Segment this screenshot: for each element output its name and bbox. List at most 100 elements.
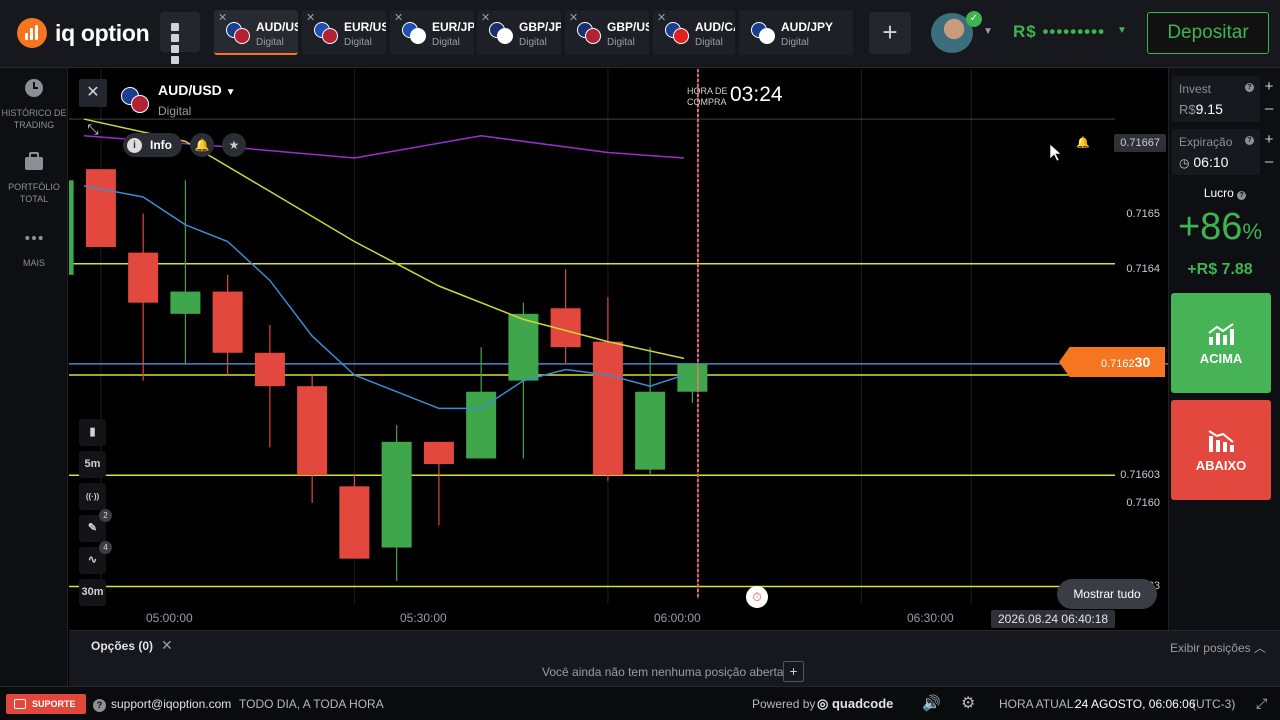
- empty-positions-text: Você ainda não tem nenhuma posição abert…: [542, 665, 784, 679]
- invest-decrease-button[interactable]: –: [1260, 100, 1278, 117]
- price-chart[interactable]: ✕ ⤡ AUD/USD ▼ Digital i Info 🔔 ★ HORA DE …: [69, 69, 1168, 631]
- candle-body: [254, 352, 285, 387]
- footer: SUPORTE ? support@iqoption.com TODO DIA,…: [0, 686, 1280, 720]
- asset-tab[interactable]: ✕ EUR/JPY Digital: [390, 10, 474, 55]
- clock-icon: [25, 79, 43, 97]
- help-icon: ?: [1237, 191, 1247, 200]
- invest-increase-button[interactable]: +: [1260, 78, 1278, 95]
- chevron-up-icon: ︿: [1253, 641, 1266, 655]
- asset-tab[interactable]: AUD/JPY Digital: [739, 10, 853, 55]
- show-all-button[interactable]: Mostrar tudo: [1057, 579, 1157, 609]
- currency-flags-icon: [665, 22, 691, 44]
- purchase-countdown: 03:24: [730, 83, 783, 106]
- help-icon[interactable]: ?: [1245, 136, 1254, 145]
- tab-type: Digital: [432, 37, 460, 48]
- asset-tab[interactable]: ✕ GBP/USD Digital: [565, 10, 649, 55]
- alert-bell-icon[interactable]: 🔔: [1070, 134, 1096, 152]
- put-down-button[interactable]: ABAIXO: [1171, 400, 1271, 500]
- support-button[interactable]: SUPORTE: [6, 694, 86, 714]
- invest-value[interactable]: 9.15: [1196, 101, 1223, 117]
- candle-body: [128, 252, 159, 303]
- help-icon[interactable]: ?: [1245, 83, 1254, 92]
- call-up-button[interactable]: ACIMA: [1171, 293, 1271, 393]
- close-chart-button[interactable]: ✕: [79, 79, 107, 107]
- time-axis-label: 06:00:00: [654, 611, 701, 625]
- help-icon: ?: [93, 697, 106, 712]
- currency-flags-icon: [226, 22, 252, 44]
- sidebar-item-more[interactable]: MAIS: [0, 228, 68, 269]
- show-positions-label: Exibir posições: [1169, 641, 1251, 655]
- sidebar-item-label: HISTÓRICO DE TRADING: [1, 108, 67, 130]
- sidebar-item-trading-history[interactable]: HISTÓRICO DE TRADING: [0, 78, 68, 131]
- tab-symbol: AUD/JPY: [781, 20, 834, 34]
- expiry-field[interactable]: Expiração ? ◷ 06:10: [1172, 129, 1260, 175]
- candle-body: [69, 180, 74, 275]
- price-axis-label: 0.71603: [1120, 469, 1160, 482]
- asset-tab[interactable]: ✕ AUD/USD Digital: [214, 10, 298, 55]
- asset-flags-icon: [119, 85, 153, 115]
- candle-body: [212, 291, 243, 353]
- invest-field[interactable]: Invest ? R$9.15: [1172, 76, 1260, 122]
- profit-label: Lucro ?: [1169, 186, 1280, 200]
- candle-body: [635, 391, 666, 470]
- signal-icon[interactable]: ((·)): [79, 483, 106, 510]
- current-price-tail: 30: [1134, 354, 1151, 370]
- trend-up-icon: [1208, 323, 1234, 345]
- collapse-icon[interactable]: ⤡: [79, 115, 107, 143]
- expiry-value[interactable]: 06:10: [1193, 154, 1228, 170]
- indicator-icon[interactable]: ∿ 4: [79, 541, 112, 574]
- asset-tab[interactable]: ✕ AUD/CAD Digital: [653, 10, 735, 55]
- time-axis-label: 05:30:00: [400, 611, 447, 625]
- deposit-button[interactable]: Depositar: [1147, 12, 1269, 54]
- info-label: Info: [150, 138, 172, 152]
- put-down-label: ABAIXO: [1195, 458, 1247, 473]
- star-icon[interactable]: ★: [222, 133, 246, 157]
- asset-selector[interactable]: AUD/USD ▼: [158, 82, 236, 98]
- tab-symbol: GBP/USD: [607, 20, 649, 34]
- candles-icon[interactable]: ▮: [79, 419, 106, 446]
- info-button[interactable]: i Info: [123, 133, 182, 157]
- tool-count-badge: 2: [99, 509, 112, 522]
- balance[interactable]: R$ •••••••••: [1013, 22, 1105, 42]
- close-options-icon[interactable]: ✕: [161, 637, 173, 654]
- gear-icon[interactable]: ⚙: [961, 693, 975, 713]
- expiry-decrease-button[interactable]: –: [1260, 153, 1278, 170]
- alert-price-label[interactable]: 0.71667: [1114, 134, 1166, 152]
- pencil-icon[interactable]: ✎ 2: [79, 509, 112, 542]
- show-positions-button[interactable]: Exibir posições ︿: [1170, 639, 1266, 656]
- stopwatch-icon[interactable]: ⏱: [746, 586, 768, 608]
- candle-body: [508, 313, 539, 381]
- timeframe-button[interactable]: 30m: [79, 579, 106, 606]
- purchase-time-label: HORA DE COMPRA: [687, 86, 728, 107]
- bell-icon[interactable]: 🔔: [190, 133, 214, 157]
- options-title[interactable]: Opções (0): [91, 639, 153, 653]
- currency-flags-icon: [751, 22, 777, 44]
- currency-flags-icon: [489, 22, 515, 44]
- asset-tab[interactable]: ✕ EUR/USD Digital: [302, 10, 386, 55]
- sidebar-item-portfolio[interactable]: PORTFÓLIO TOTAL: [0, 152, 68, 205]
- tab-type: Digital: [344, 37, 372, 48]
- asset-tab[interactable]: ✕ GBP/JPY Digital: [477, 10, 561, 55]
- top-bar: iq option ✕ AUD/USD Digital✕ EUR/USD Dig…: [0, 0, 1280, 68]
- sound-icon[interactable]: 🔊: [922, 694, 941, 712]
- logo-icon: [17, 18, 47, 48]
- all-assets-button[interactable]: [160, 12, 200, 64]
- current-price-label: 0.716230: [1059, 347, 1165, 377]
- support-label: SUPORTE: [32, 699, 76, 709]
- expiry-increase-button[interactable]: +: [1260, 131, 1278, 148]
- clock-icon: ◷: [1179, 156, 1190, 170]
- fullscreen-icon[interactable]: ⤢: [1256, 695, 1267, 712]
- add-position-button[interactable]: +: [783, 661, 804, 682]
- balance-chevron-down-icon[interactable]: ▼: [1117, 25, 1127, 36]
- support-email[interactable]: support@iqoption.com: [111, 697, 231, 711]
- tab-symbol: AUD/CAD: [695, 20, 735, 34]
- asset-type: Digital: [158, 104, 192, 118]
- powered-by-label: Powered by: [752, 697, 816, 711]
- chevron-down-icon[interactable]: ▼: [983, 26, 993, 37]
- add-asset-tab-button[interactable]: +: [869, 12, 911, 54]
- currency-flags-icon: [577, 22, 603, 44]
- logo[interactable]: iq option: [17, 18, 150, 48]
- timeframe-button[interactable]: 5m: [79, 451, 106, 478]
- left-sidebar: HISTÓRICO DE TRADING PORTFÓLIO TOTAL MAI…: [0, 68, 68, 686]
- mouse-cursor-icon: [1049, 143, 1062, 162]
